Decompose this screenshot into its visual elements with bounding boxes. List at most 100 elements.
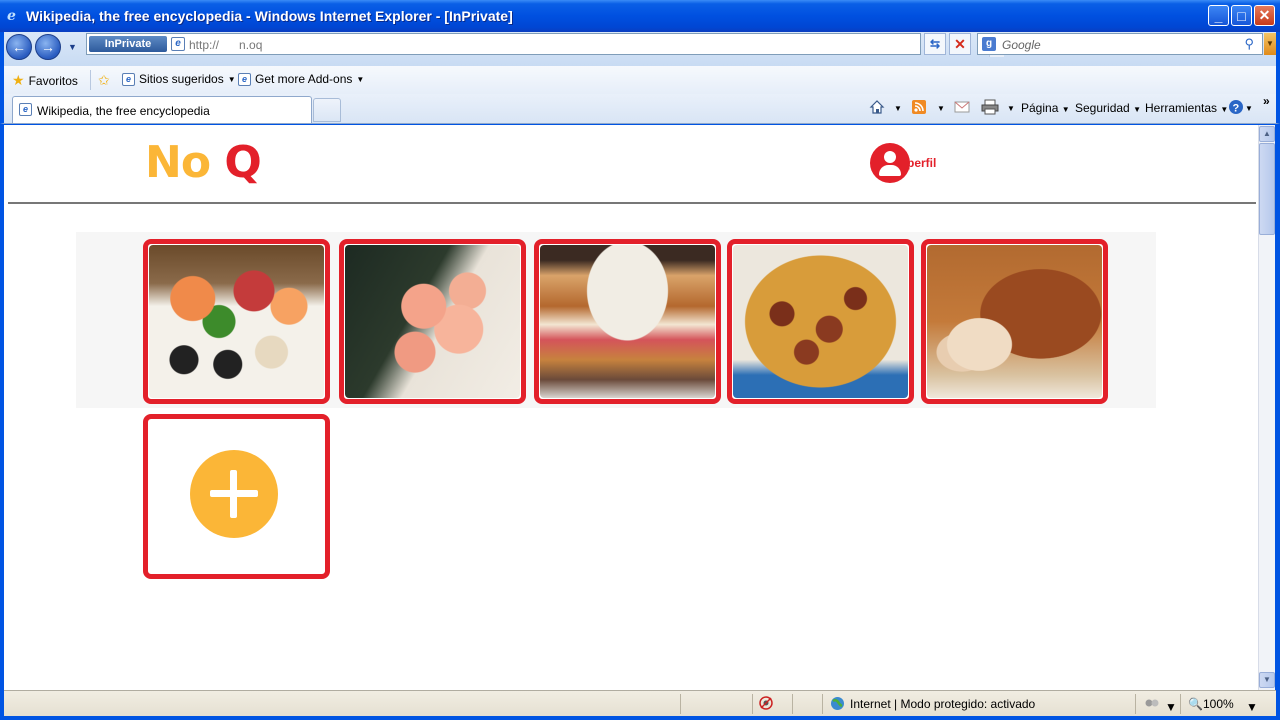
chevron-down-icon[interactable]: ▼ — [1007, 104, 1015, 113]
protected-mode-icon[interactable] — [1144, 696, 1160, 710]
web-page: No Q perfil — [4, 125, 1258, 690]
ie-page-icon: e — [238, 72, 251, 86]
print-button[interactable] — [981, 98, 999, 116]
tab-bar: e Wikipedia, the free encyclopedia ▼ ▼ ▼… — [0, 94, 1280, 124]
read-mail-button[interactable] — [953, 98, 971, 116]
security-zone-text[interactable]: Internet | Modo protegido: activado — [850, 697, 1035, 711]
page-menu-label: Página — [1021, 101, 1059, 115]
add-to-favorites-bar-button[interactable]: ✩ — [98, 72, 110, 89]
printer-icon — [981, 99, 999, 115]
fav-item-sitios-sugeridos[interactable]: e Sitios sugeridos ▼ — [122, 72, 236, 86]
food-card-temaki[interactable] — [339, 239, 526, 404]
fav-item-label: Get more Add-ons — [255, 72, 353, 86]
ie-page-icon: e — [122, 72, 135, 86]
food-card-spaghetti[interactable] — [727, 239, 914, 404]
zoom-icon[interactable]: 🔍 — [1188, 697, 1203, 711]
inprivate-badge[interactable]: InPrivate — [89, 36, 167, 52]
new-tab-button[interactable] — [313, 98, 341, 122]
stop-icon: ✕ — [954, 36, 966, 52]
favorites-label: Favoritos — [28, 73, 78, 88]
close-button[interactable]: ✕ — [1254, 5, 1275, 26]
svg-text:e: e — [7, 8, 16, 23]
tab-title: Wikipedia, the free encyclopedia — [37, 104, 210, 118]
search-icon[interactable]: ⚲ — [1244, 36, 1254, 52]
home-button[interactable] — [868, 98, 886, 116]
forward-arrow-icon: → — [41, 39, 55, 55]
more-commands-button[interactable]: » — [1263, 94, 1270, 108]
food-card-burger[interactable] — [534, 239, 721, 404]
search-options-dropdown-icon[interactable]: ▼ — [1264, 33, 1276, 55]
google-provider-icon: g — [982, 37, 996, 51]
food-card-roast[interactable] — [921, 239, 1108, 404]
user-avatar-icon — [884, 151, 896, 163]
page-menu[interactable]: Página ▼ — [1021, 101, 1070, 115]
refresh-button[interactable]: ⇆ — [924, 33, 946, 55]
globe-icon — [831, 697, 844, 710]
add-favorite-icon: ✩ — [98, 72, 110, 88]
favorites-bar: ★ Favoritos ✩ e Sitios sugeridos ▼ e Get… — [0, 66, 1280, 94]
sushi-image — [149, 245, 324, 398]
favorites-star-icon: ★ — [12, 72, 25, 88]
chevron-down-icon: ▼ — [1061, 105, 1070, 114]
feeds-button[interactable] — [910, 98, 928, 116]
status-bar: Internet | Modo protegido: activado ▼ 🔍 … — [4, 690, 1276, 716]
home-icon — [869, 100, 885, 114]
history-dropdown-icon[interactable]: ▼ — [68, 42, 77, 52]
toolbar-separator — [90, 70, 91, 90]
rss-icon — [912, 100, 926, 114]
favorites-button[interactable]: ★ Favoritos — [12, 72, 78, 89]
chevron-down-icon[interactable]: ▼ — [1165, 700, 1177, 714]
stop-button[interactable]: ✕ — [949, 33, 971, 55]
tab-wikipedia[interactable]: e Wikipedia, the free encyclopedia — [12, 96, 312, 123]
back-button[interactable]: ← — [6, 34, 32, 60]
food-card-sushi[interactable] — [143, 239, 330, 404]
add-card-button[interactable] — [143, 414, 330, 579]
site-logo[interactable]: No Q — [145, 137, 262, 188]
help-icon: ? — [1229, 100, 1243, 115]
forward-button[interactable]: → — [35, 34, 61, 60]
search-placeholder[interactable]: Google — [1002, 38, 1041, 52]
maximize-icon: □ — [1237, 7, 1246, 24]
page-icon: e — [171, 37, 185, 51]
chevron-down-icon: ▼ — [1133, 105, 1141, 114]
logo-word-q: Q — [224, 137, 261, 188]
window-title: Wikipedia, the free encyclopedia - Windo… — [26, 8, 513, 24]
burger-image — [540, 245, 715, 398]
minimize-button[interactable]: _ — [1208, 5, 1229, 26]
spaghetti-image — [733, 245, 908, 398]
privacy-report-icon[interactable] — [758, 695, 774, 711]
maximize-button[interactable]: □ — [1231, 5, 1252, 26]
roast-image — [927, 245, 1102, 398]
refresh-icon: ⇆ — [929, 37, 941, 51]
tools-menu[interactable]: Herramientas ▼ — [1145, 101, 1228, 115]
search-field[interactable]: g Google ⚲ — [977, 33, 1263, 55]
scroll-up-button[interactable]: ▲ — [1259, 126, 1275, 142]
scroll-down-button[interactable]: ▼ — [1259, 672, 1275, 688]
ie-logo-icon: e — [7, 8, 16, 23]
chevron-down-icon[interactable]: ▼ — [1246, 700, 1258, 714]
logo-word-no: No — [145, 137, 211, 188]
temaki-image — [345, 245, 520, 398]
scroll-thumb[interactable] — [1259, 143, 1275, 235]
tools-menu-label: Herramientas — [1145, 101, 1218, 115]
plus-icon — [190, 450, 278, 538]
mail-icon — [954, 101, 970, 113]
zoom-level[interactable]: 100% — [1203, 697, 1234, 711]
fav-item-get-more-addons[interactable]: e Get more Add-ons ▼ — [238, 72, 364, 86]
chevron-down-icon: ▼ — [227, 74, 236, 84]
chevron-down-icon[interactable]: ▼ — [937, 104, 945, 113]
chevron-down-icon[interactable]: ▼ — [894, 104, 902, 113]
profile-button[interactable] — [870, 143, 910, 183]
chevron-down-icon[interactable]: ▼ — [1245, 104, 1253, 113]
ie-page-icon: e — [19, 103, 32, 116]
chevron-down-icon: ▼ — [356, 74, 365, 84]
safety-menu[interactable]: Seguridad ▼ — [1075, 101, 1141, 115]
fav-item-label: Sitios sugeridos — [139, 72, 224, 86]
address-toolbar: ← → ▼ InPrivate e http:// n.oq ▼ ⇆ ✕ g G… — [0, 32, 1280, 66]
profile-label[interactable]: perfil — [907, 156, 936, 170]
window-title-bar[interactable]: e Wikipedia, the free encyclopedia - Win… — [0, 0, 1280, 32]
address-field[interactable]: InPrivate e http:// n.oq ▼ — [86, 33, 1004, 57]
help-button[interactable]: ? — [1227, 98, 1245, 116]
url-text[interactable]: http:// n.oq — [189, 38, 262, 52]
vertical-scrollbar[interactable]: ▲ ▼ — [1258, 125, 1275, 690]
